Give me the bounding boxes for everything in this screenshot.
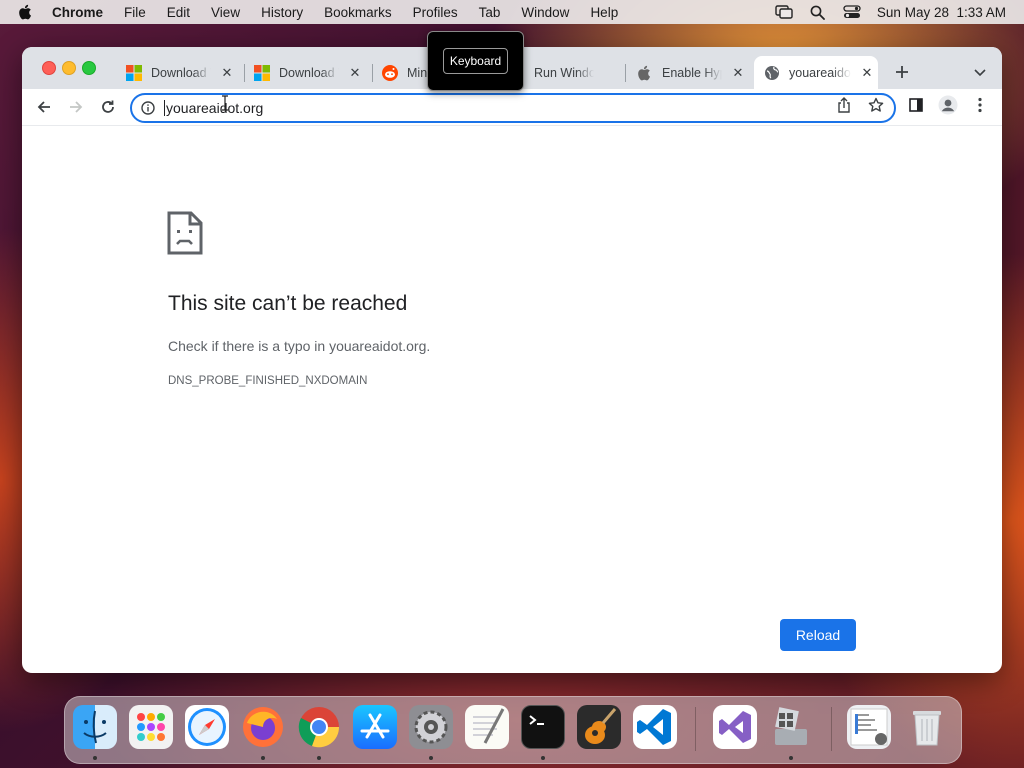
minimize-window-button[interactable] (62, 61, 76, 75)
tab-run-windows[interactable]: Run Windo (534, 56, 594, 89)
running-indicator (317, 756, 321, 760)
apple-logo-icon (637, 65, 653, 81)
tab-close-icon[interactable]: ✕ (730, 65, 746, 81)
dock-divider (695, 707, 696, 751)
boot-camp-assistant-icon[interactable] (769, 705, 813, 749)
menu-help[interactable]: Help (590, 5, 618, 20)
tab-label: youareaidot (789, 65, 851, 80)
tab-label: Enable Hyp (662, 65, 722, 80)
textedit-icon[interactable] (465, 705, 509, 749)
menu-app-chrome[interactable]: Chrome (52, 5, 103, 20)
finder-icon[interactable] (73, 705, 117, 749)
safari-icon[interactable] (185, 705, 229, 749)
running-indicator (261, 756, 265, 760)
browser-toolbar: youareaidot.org (22, 89, 1002, 125)
tab-download-windows-1[interactable]: Download W ✕ (126, 56, 235, 89)
trash-icon[interactable] (905, 705, 949, 749)
apple-menu-icon[interactable] (18, 4, 32, 20)
microsoft-logo-icon (126, 64, 142, 81)
keyboard-tooltip: Keyboard (427, 31, 524, 91)
menu-window[interactable]: Window (521, 5, 569, 20)
toolbar-divider (22, 125, 1002, 126)
error-message: Check if there is a typo in youareaidot.… (168, 338, 431, 354)
browser-window: Download W ✕ Download W ✕ Min Run Windo (22, 47, 1002, 673)
menu-bookmarks[interactable]: Bookmarks (324, 5, 392, 20)
tab-close-icon[interactable]: ✕ (219, 65, 235, 81)
garageband-icon[interactable] (577, 705, 621, 749)
reload-button[interactable]: Reload (780, 619, 856, 651)
globe-icon (764, 65, 780, 81)
menu-tab[interactable]: Tab (479, 5, 501, 20)
dock (64, 696, 962, 764)
menu-edit[interactable]: Edit (167, 5, 190, 20)
profile-avatar-icon[interactable] (938, 95, 958, 115)
tab-enable-hyper-v[interactable]: Enable Hyp ✕ (637, 56, 746, 89)
running-indicator (429, 756, 433, 760)
menu-file[interactable]: File (124, 5, 146, 20)
menubar-clock[interactable]: Sun May 28 1:33 AM (877, 5, 1006, 20)
dock-divider (831, 707, 832, 751)
tab-close-icon[interactable]: ✕ (859, 65, 875, 81)
visual-studio-code-icon[interactable] (633, 705, 677, 749)
screen-mirroring-icon[interactable] (775, 4, 793, 20)
tab-label: Download W (151, 65, 211, 80)
running-indicator (93, 756, 97, 760)
tab-label: Download W (279, 65, 339, 80)
terminal-icon[interactable] (521, 705, 565, 749)
menu-history[interactable]: History (261, 5, 303, 20)
visual-studio-icon[interactable] (713, 705, 757, 749)
menu-profiles[interactable]: Profiles (413, 5, 458, 20)
microsoft-logo-icon (254, 64, 270, 81)
menu-view[interactable]: View (211, 5, 240, 20)
more-menu-icon[interactable] (970, 95, 990, 115)
error-title: This site can’t be reached (168, 292, 408, 315)
address-bar-url[interactable]: youareaidot.org (164, 100, 263, 116)
bookmark-star-icon[interactable] (866, 95, 886, 115)
address-bar[interactable]: youareaidot.org (130, 93, 896, 123)
tab-search-chevron-down-icon[interactable] (970, 63, 990, 83)
chrome-icon[interactable] (297, 705, 341, 749)
launchpad-icon[interactable] (129, 705, 173, 749)
tab-download-windows-2[interactable]: Download W ✕ (254, 56, 363, 89)
zoom-window-button[interactable] (82, 61, 96, 75)
tab-label: Run Windo (534, 65, 594, 80)
menu-bar: Chrome File Edit View History Bookmarks … (0, 0, 1024, 24)
control-center-icon[interactable] (843, 4, 861, 20)
reload-icon[interactable] (98, 97, 118, 117)
sad-page-icon (167, 211, 203, 260)
side-panel-icon[interactable] (906, 95, 926, 115)
error-code: DNS_PROBE_FINISHED_NXDOMAIN (168, 375, 368, 387)
running-indicator (541, 756, 545, 760)
system-preferences-icon[interactable] (409, 705, 453, 749)
app-store-icon[interactable] (353, 705, 397, 749)
spotlight-search-icon[interactable] (809, 4, 827, 20)
tab-close-icon[interactable]: ✕ (347, 65, 363, 81)
text-cursor-icon (221, 95, 229, 116)
close-window-button[interactable] (42, 61, 56, 75)
back-arrow-icon[interactable] (34, 97, 54, 117)
running-indicator (789, 756, 793, 760)
new-tab-button[interactable] (892, 62, 912, 82)
firefox-icon[interactable] (241, 705, 285, 749)
reddit-logo-icon (382, 64, 398, 81)
downloads-stack-icon[interactable] (847, 705, 891, 749)
tab-divider (372, 64, 373, 82)
tab-youareaidot-active[interactable]: youareaidot ✕ (754, 56, 878, 89)
keyboard-tooltip-label: Keyboard (442, 48, 509, 74)
forward-arrow-icon[interactable] (66, 97, 86, 117)
tab-divider (625, 64, 626, 82)
site-info-icon[interactable] (141, 101, 155, 115)
share-icon[interactable] (834, 95, 854, 115)
tab-divider (244, 64, 245, 82)
